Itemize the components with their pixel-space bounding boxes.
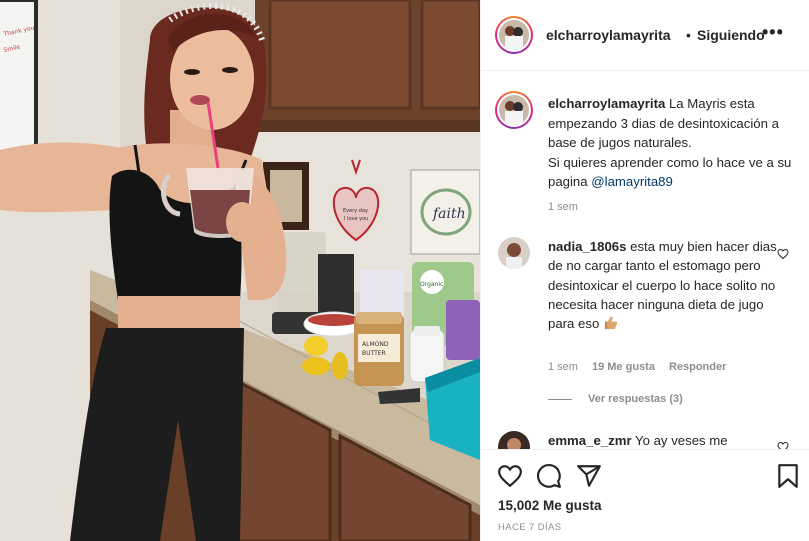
caption-username[interactable]: elcharroylamayrita: [548, 96, 665, 111]
post-actions: 15,002 Me gusta HACE 7 DÍAS: [481, 449, 809, 541]
caption-text: elcharroylamayrita La Mayris esta empeza…: [548, 94, 793, 192]
comment-heart-icon[interactable]: [777, 248, 789, 260]
thumbs-up-emoji: [603, 315, 618, 335]
comment-text: nadia_1806s esta muy bien hacer dias de …: [548, 237, 778, 335]
comment-username[interactable]: nadia_1806s: [548, 239, 626, 254]
post-timestamp[interactable]: HACE 7 DÍAS: [498, 522, 562, 533]
caption-mention-link[interactable]: @lamayrita89: [591, 174, 673, 189]
svg-text:Every day: Every day: [343, 208, 368, 214]
comment-text-2: emma_e_zmr Yo ay veses me: [548, 433, 778, 448]
comment-username-2[interactable]: emma_e_zmr: [548, 433, 632, 448]
svg-text:Organic: Organic: [420, 281, 443, 288]
comment-timestamp[interactable]: 1 sem: [548, 361, 578, 373]
avatar-image: [499, 20, 529, 50]
post-photo[interactable]: Thank you Smile faith Every day I love y…: [0, 0, 480, 541]
comments-section[interactable]: elcharroylamayrita La Mayris esta empeza…: [481, 72, 809, 449]
post-header: elcharroylamayrita • Siguiendo •••: [481, 0, 809, 71]
header-separator: •: [686, 27, 691, 43]
share-icon[interactable]: [576, 463, 602, 489]
author-username[interactable]: elcharroylamayrita: [546, 27, 671, 43]
heart-icon[interactable]: [497, 463, 523, 489]
post-details-panel: elcharroylamayrita • Siguiendo ••• elcha…: [480, 0, 809, 541]
reply-button[interactable]: Responder: [669, 361, 726, 373]
comment-avatar[interactable]: [498, 237, 530, 269]
instagram-post: Thank you Smile faith Every day I love y…: [0, 0, 809, 541]
comment-avatar-image-2: [498, 431, 530, 449]
comment-body-2: Yo ay veses me: [635, 433, 728, 448]
comment-avatar-2[interactable]: [498, 431, 530, 449]
likes-count[interactable]: 15,002 Me gusta: [498, 498, 602, 513]
comment-meta: 1 sem 19 Me gusta Responder: [548, 361, 726, 373]
svg-text:faith: faith: [432, 206, 466, 222]
author-avatar[interactable]: [495, 16, 533, 54]
view-replies-button[interactable]: Ver respuestas (3): [548, 393, 683, 405]
svg-text:BUTTER: BUTTER: [362, 350, 386, 357]
comment-icon[interactable]: [536, 463, 562, 489]
caption-avatar[interactable]: [495, 91, 533, 129]
comment-avatar-image: [498, 237, 530, 269]
view-replies-label: Ver respuestas (3): [588, 393, 683, 405]
comment-likes[interactable]: 19 Me gusta: [592, 361, 655, 373]
svg-text:I love you: I love you: [344, 216, 368, 222]
comment-heart-icon-2[interactable]: [777, 441, 789, 449]
replies-divider: [548, 398, 572, 400]
following-button[interactable]: Siguiendo: [697, 27, 765, 43]
bookmark-icon[interactable]: [777, 463, 799, 489]
post-photo-illustration: Thank you Smile faith Every day I love y…: [0, 0, 480, 541]
caption-timestamp[interactable]: 1 sem: [548, 201, 578, 213]
caption-avatar-image: [499, 95, 529, 125]
more-icon[interactable]: •••: [762, 22, 784, 43]
svg-text:ALMOND: ALMOND: [362, 341, 389, 348]
